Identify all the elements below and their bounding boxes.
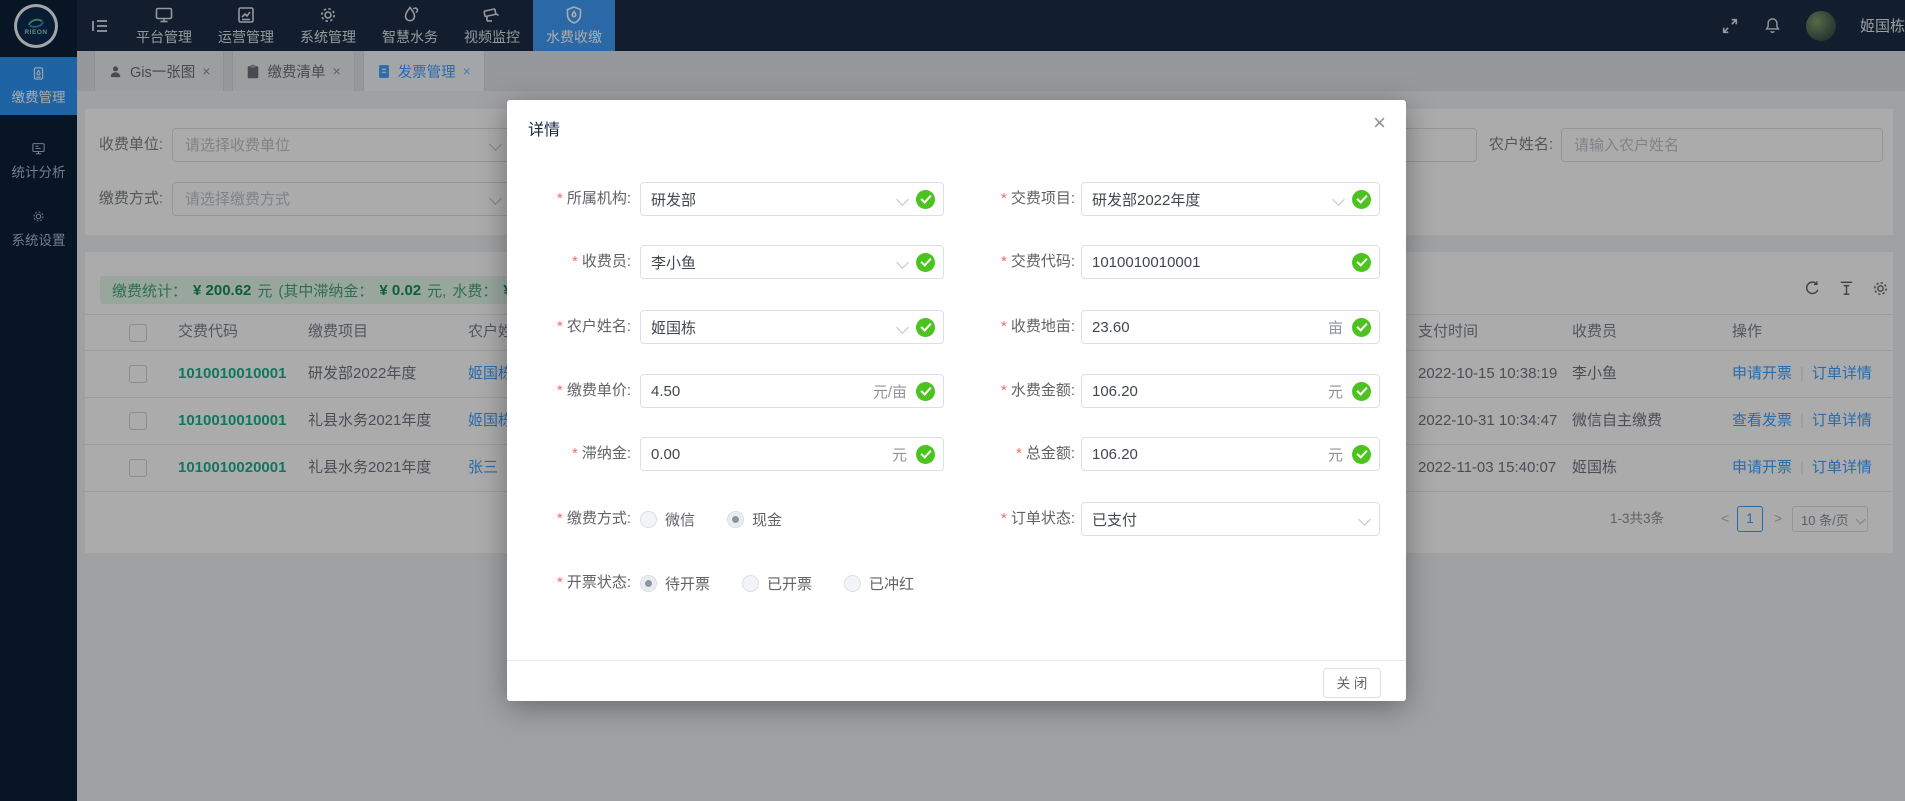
required-asterisk: * [557, 574, 563, 591]
radio-cash[interactable]: 现金 [727, 509, 782, 530]
field-code-input[interactable]: 1010010010001 [1081, 245, 1380, 279]
required-asterisk: * [557, 190, 563, 207]
radio-circle-icon [742, 575, 759, 592]
chevron-down-icon [1358, 513, 1371, 526]
field-total-input[interactable]: 106.20 元 [1081, 437, 1380, 471]
radio-circle-icon [640, 575, 657, 592]
field-water-suffix: 元 [1328, 381, 1343, 402]
radio-label: 现金 [752, 509, 782, 530]
field-farmer-label: *农户姓名: [517, 310, 631, 344]
required-asterisk: * [557, 510, 563, 527]
modal-footer: 关 闭 [507, 660, 1406, 701]
field-late-value: 0.00 [651, 446, 892, 463]
field-late-suffix: 元 [892, 444, 907, 465]
field-code-label: *交费代码: [937, 245, 1075, 279]
chevron-down-icon [1332, 193, 1345, 206]
valid-check-icon [916, 445, 935, 464]
radio-wechat[interactable]: 微信 [640, 509, 695, 530]
chevron-down-icon [896, 193, 909, 206]
field-price-suffix: 元/亩 [873, 381, 907, 402]
valid-check-icon [916, 318, 935, 337]
field-price-label: *缴费单价: [517, 374, 631, 408]
field-water-label: *水费金额: [937, 374, 1075, 408]
chevron-down-icon [896, 321, 909, 334]
field-total-suffix: 元 [1328, 444, 1343, 465]
field-collector-label: *收费员: [517, 245, 631, 279]
detail-modal: 详情 × *所属机构: 研发部 *交费项目: 研发部2022年度 *收费员: 李… [507, 100, 1406, 701]
field-farmer-select[interactable]: 姬国栋 [640, 310, 944, 344]
radio-pending-invoice[interactable]: 待开票 [640, 573, 710, 594]
field-status-select[interactable]: 已支付 [1081, 502, 1380, 536]
valid-check-icon [916, 253, 935, 272]
field-total-value: 106.20 [1092, 446, 1328, 463]
valid-check-icon [1352, 445, 1371, 464]
field-org-select[interactable]: 研发部 [640, 182, 944, 216]
field-org-label: *所属机构: [517, 182, 631, 216]
radio-label: 已冲红 [869, 573, 914, 594]
field-price-value: 4.50 [651, 383, 873, 400]
required-asterisk: * [1001, 253, 1007, 270]
modal-title: 详情 [528, 116, 560, 140]
chevron-down-icon [896, 256, 909, 269]
field-late-input[interactable]: 0.00 元 [640, 437, 944, 471]
field-project-select[interactable]: 研发部2022年度 [1081, 182, 1380, 216]
field-invoice-label: *开票状态: [517, 566, 631, 600]
radio-circle-icon [640, 511, 657, 528]
valid-check-icon [1352, 318, 1371, 337]
valid-check-icon [1352, 382, 1371, 401]
radio-label: 微信 [665, 509, 695, 530]
invoice-status-radio-group: 待开票 已开票 已冲红 [640, 566, 946, 600]
field-collector-select[interactable]: 李小鱼 [640, 245, 944, 279]
field-area-value: 23.60 [1092, 319, 1328, 336]
field-total-label: *总金额: [937, 437, 1075, 471]
field-method-label: *缴费方式: [517, 502, 631, 536]
required-asterisk: * [557, 318, 563, 335]
field-water-input[interactable]: 106.20 元 [1081, 374, 1380, 408]
field-area-label: *收费地亩: [937, 310, 1075, 344]
valid-check-icon [916, 382, 935, 401]
field-org-value: 研发部 [651, 189, 898, 210]
required-asterisk: * [1016, 445, 1022, 462]
field-project-label: *交费项目: [937, 182, 1075, 216]
required-asterisk: * [572, 445, 578, 462]
valid-check-icon [1352, 253, 1371, 272]
field-water-value: 106.20 [1092, 383, 1328, 400]
field-late-label: *滞纳金: [517, 437, 631, 471]
valid-check-icon [1352, 190, 1371, 209]
required-asterisk: * [1001, 382, 1007, 399]
radio-invoiced[interactable]: 已开票 [742, 573, 812, 594]
required-asterisk: * [572, 253, 578, 270]
radio-red-flushed[interactable]: 已冲红 [844, 573, 914, 594]
field-price-input[interactable]: 4.50 元/亩 [640, 374, 944, 408]
payment-method-radio-group: 微信 现金 [640, 502, 814, 536]
valid-check-icon [916, 190, 935, 209]
radio-circle-icon [727, 511, 744, 528]
field-code-value: 1010010010001 [1092, 254, 1352, 271]
field-area-suffix: 亩 [1328, 317, 1343, 338]
required-asterisk: * [1001, 510, 1007, 527]
modal-close-icon[interactable]: × [1373, 112, 1386, 134]
modal-close-button[interactable]: 关 闭 [1323, 668, 1381, 698]
field-farmer-value: 姬国栋 [651, 317, 898, 338]
app-root: RIEON 缴费管理 统计分析 [0, 0, 1905, 801]
radio-label: 待开票 [665, 573, 710, 594]
field-project-value: 研发部2022年度 [1092, 189, 1334, 210]
field-status-value: 已支付 [1092, 509, 1360, 530]
radio-circle-icon [844, 575, 861, 592]
required-asterisk: * [1001, 190, 1007, 207]
field-collector-value: 李小鱼 [651, 252, 898, 273]
required-asterisk: * [1001, 318, 1007, 335]
field-area-input[interactable]: 23.60 亩 [1081, 310, 1380, 344]
radio-label: 已开票 [767, 573, 812, 594]
field-status-label: *订单状态: [937, 502, 1075, 536]
required-asterisk: * [557, 382, 563, 399]
